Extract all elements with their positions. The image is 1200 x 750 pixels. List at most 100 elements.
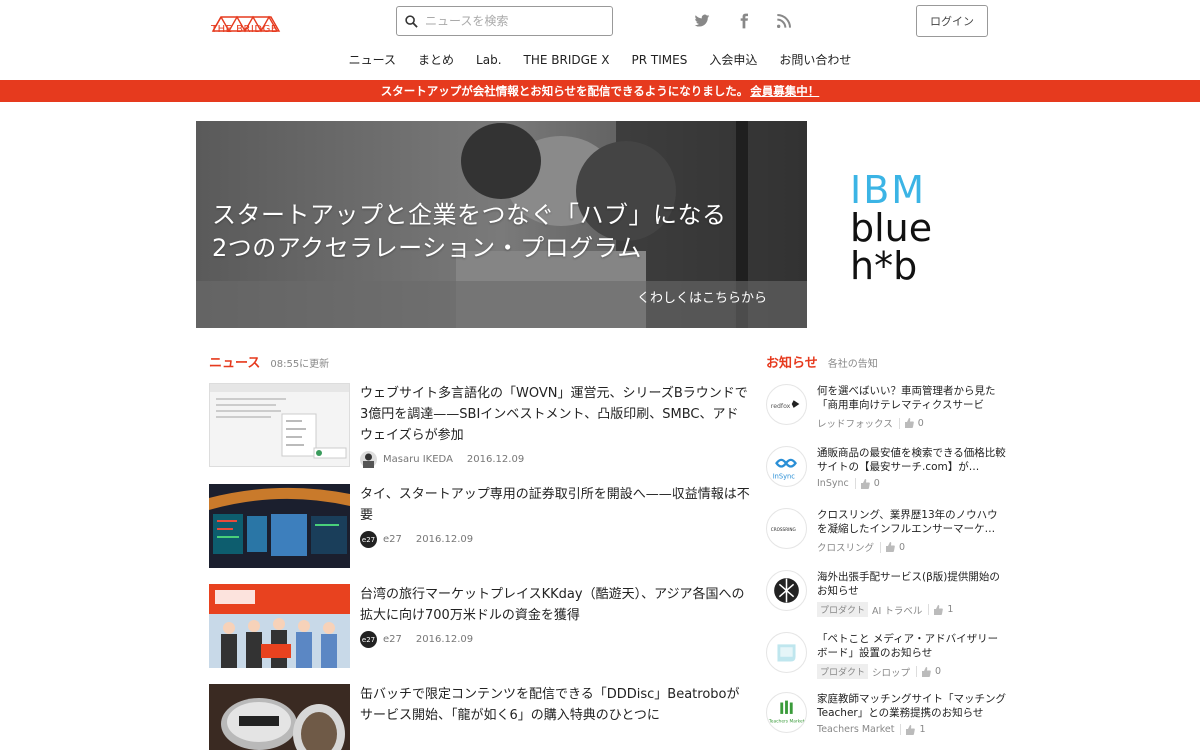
hero-title: スタートアップと企業をつなぐ「ハブ」になる 2つのアクセラレーション・プログラム [212,199,727,265]
news-item[interactable]: 缶バッチで限定コンテンツを配信できる「DDDisc」Beatroboがサービス開… [209,684,749,750]
nav-item-bridge-x[interactable]: THE BRIDGE X [513,50,621,70]
nav-item-pr-times[interactable]: PR TIMES [621,50,699,70]
search-icon [405,14,418,28]
notice-item[interactable]: 海外出張手配サービス(β版)提供開始のお知らせ プロダクト AI トラベル 1 [766,570,1006,630]
dddisc-badge-image [209,684,350,750]
nav-item-news[interactable]: ニュース [338,50,407,70]
notice-company[interactable]: AI トラベル [872,603,922,617]
news-section-header: ニュース 08:55に更新 [209,352,329,371]
news-title[interactable]: タイ、スタートアップ専用の証券取引所を開設へ——収益情報は不要 [360,484,750,526]
like-count: 0 [873,478,880,489]
notice-company[interactable]: クロスリング [817,540,874,554]
nav-item-join[interactable]: 入会申込 [698,50,768,70]
search-box[interactable] [396,6,613,36]
svg-text:InSync: InSync [773,472,796,480]
hero-banner[interactable]: スタートアップと企業をつなぐ「ハブ」になる 2つのアクセラレーション・プログラム… [196,121,807,328]
notice-title[interactable]: 「ペトこと メディア・アドバイザリーボード」設置のお知らせ [817,632,1007,660]
notice-title[interactable]: 何を選べばいい？車両管理者から見た「商用車向けテレマティクスサービ [817,384,1007,412]
like-button[interactable]: 0 [880,541,906,553]
notice-meta: レッドフォックス 0 [817,416,924,430]
news-thumbnail[interactable] [209,383,350,467]
like-button[interactable]: 0 [916,666,941,677]
publish-date: 2016.12.09 [466,454,525,465]
notice-company[interactable]: Teachers Market [817,724,894,735]
author-name[interactable]: e27 [383,634,402,645]
announcement-text: スタートアップが会社情報とお知らせを配信できるようになりました。 [380,84,749,98]
news-item[interactable]: タイ、スタートアップ専用の証券取引所を開設へ——収益情報は不要 e27 e27 … [209,484,750,574]
thumbs-up-icon [904,418,914,428]
login-button[interactable]: ログイン [916,5,988,37]
hero-title-line1: スタートアップと企業をつなぐ「ハブ」になる [212,201,727,229]
facebook-icon[interactable] [736,13,752,29]
teachers-market-logo-icon[interactable]: Teachers Market [766,692,807,733]
notice-item[interactable]: InSync 通販商品の最安値を検索できる価格比較サイトの【最安サーチ.com】… [766,446,1006,506]
notices-section-header: お知らせ 各社の告知 [766,352,878,371]
search-input[interactable] [425,14,605,28]
notice-item[interactable]: Teachers Market 家庭教師マッチングサイト「マッチングTeache… [766,692,1006,750]
news-title[interactable]: ウェブサイト多言語化の「WOVN」運営元、シリーズBラウンドで3億円を調達——S… [360,383,750,446]
thumbs-up-icon [922,666,931,677]
news-title[interactable]: 台湾の旅行マーケットプレイスKKday（酷遊天）、アジア各国への拡大に向け700… [360,584,750,626]
stock-exchange-image [209,484,350,568]
like-button[interactable]: 1 [900,724,926,735]
crossring-logo-icon[interactable]: CROSSRING [766,508,807,549]
news-heading: ニュース [209,356,261,371]
svg-text:redfox: redfox [771,403,791,410]
news-thumbnail[interactable] [209,684,350,750]
notice-company[interactable]: シロップ [872,665,910,679]
notice-item[interactable]: redfox 何を選べばいい？車両管理者から見た「商用車向けテレマティクスサービ… [766,384,1006,444]
hero-more-link[interactable]: くわしくはこちらから [637,287,767,306]
news-thumbnail[interactable] [209,584,350,668]
notices-heading: お知らせ [766,356,818,371]
notice-meta: Teachers Market 1 [817,724,926,735]
rss-icon[interactable] [776,13,792,29]
insync-logo-icon[interactable]: InSync [766,446,807,487]
author-name[interactable]: Masaru IKEDA [383,454,453,465]
category-tag[interactable]: プロダクト [817,602,869,617]
news-thumbnail[interactable] [209,484,350,568]
announcement-link[interactable]: 会員募集中！ [750,83,819,99]
e27-avatar-icon: e27 [360,531,377,548]
notice-meta: プロダクト シロップ 0 [817,664,941,679]
notice-company[interactable]: レッドフォックス [817,416,893,430]
kkday-team-image [209,584,350,668]
notice-meta: InSync 0 [817,478,880,489]
news-title[interactable]: 缶バッチで限定コンテンツを配信できる「DDDisc」Beatroboがサービス開… [360,684,750,726]
ibm-bluehub-ad[interactable]: IBM blue h*b [850,170,960,290]
notice-item[interactable]: CROSSRING クロスリング、業界歴13年のノウハウを凝縮したインフルエンサ… [766,508,1006,568]
thumbs-up-icon [886,542,895,552]
notice-title[interactable]: 家庭教師マッチングサイト「マッチングTeacher」との業務提携のお知らせ [817,692,1007,720]
category-tag[interactable]: プロダクト [817,664,869,679]
news-updated: 08:55に更新 [270,359,330,370]
svg-text:Teachers Market: Teachers Market [768,718,805,724]
notice-title[interactable]: クロスリング、業界歴13年のノウハウを凝縮したインフルエンサーマーケ… [817,508,1007,536]
author-name[interactable]: e27 [383,534,402,545]
nav-item-contact[interactable]: お問い合わせ [768,50,862,70]
ad-line2: blue [850,206,933,250]
news-item[interactable]: 台湾の旅行マーケットプレイスKKday（酷遊天）、アジア各国への拡大に向け700… [209,584,749,674]
thumbs-up-icon [906,724,916,735]
like-button[interactable]: 0 [898,417,924,429]
notice-title[interactable]: 通販商品の最安値を検索できる価格比較サイトの【最安サーチ.com】が… [817,446,1007,474]
notice-company[interactable]: InSync [817,478,849,489]
thumbs-up-icon [934,604,944,615]
notice-item[interactable]: 「ペトこと メディア・アドバイザリーボード」設置のお知らせ プロダクト シロップ… [766,632,1006,692]
nav-item-matome[interactable]: まとめ [407,50,465,70]
like-count: 0 [899,541,906,553]
ai-travel-logo-icon[interactable] [766,570,807,611]
publish-date: 2016.12.09 [415,634,474,645]
news-item[interactable]: ウェブサイト多言語化の「WOVN」運営元、シリーズBラウンドで3億円を調達——S… [209,383,749,473]
notice-title[interactable]: 海外出張手配サービス(β版)提供開始のお知らせ [817,570,1007,598]
like-button[interactable]: 0 [854,478,880,489]
notice-meta: プロダクト AI トラベル 1 [817,602,953,617]
twitter-icon[interactable] [694,13,710,29]
svg-text:CROSSRING: CROSSRING [771,527,796,532]
like-button[interactable]: 1 [928,604,953,615]
logo-text[interactable]: THE BRIDGE [211,24,278,35]
nav-item-lab[interactable]: Lab. [465,50,512,70]
publish-date: 2016.12.09 [415,534,474,545]
announcement-bar: スタートアップが会社情報とお知らせを配信できるようになりました。 会員募集中！ [0,80,1200,102]
redfox-logo-icon[interactable]: redfox [766,384,807,425]
syrup-logo-icon[interactable] [766,632,807,673]
news-meta: e27 e27 2016.12.09 [360,631,473,648]
